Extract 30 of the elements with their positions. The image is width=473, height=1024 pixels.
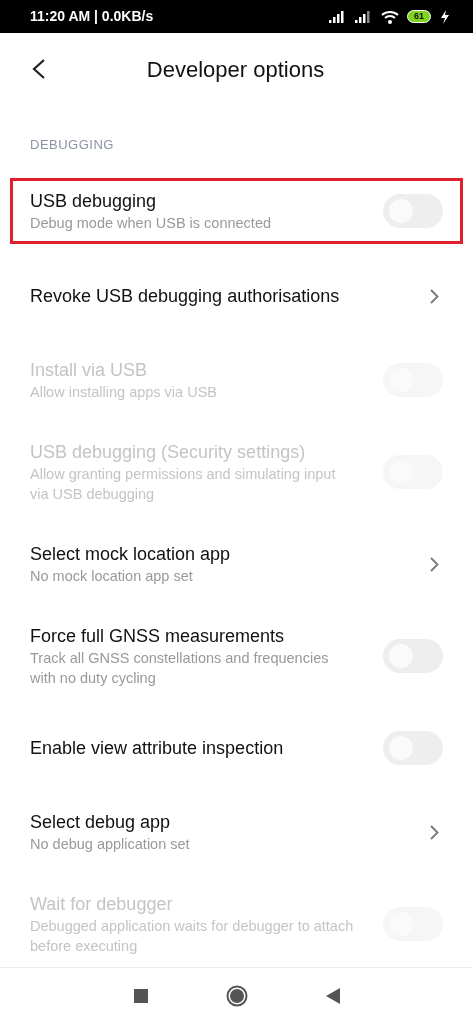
setting-title: USB debugging (Security settings)	[30, 441, 307, 464]
chevron-right-icon	[430, 556, 439, 572]
setting-title[interactable]: Revoke USB debugging authorisations	[30, 284, 355, 308]
signal-icon	[329, 10, 347, 23]
setting-title[interactable]: USB debugging	[30, 189, 355, 213]
setting-description: No debug application set	[30, 835, 191, 854]
home-icon[interactable]	[225, 985, 248, 1007]
battery-level: 61	[407, 10, 431, 23]
setting-description: Allow granting permissions and simulating input via USB debugging	[30, 465, 337, 504]
setting-title: Install via USB	[30, 359, 149, 382]
wifi-icon	[381, 9, 399, 24]
chevron-right-icon	[430, 824, 439, 840]
back-icon[interactable]	[32, 59, 46, 79]
setting-title[interactable]: Enable view attribute inspection	[30, 736, 355, 760]
setting-title[interactable]: Select mock location app	[30, 542, 355, 566]
setting-description: Debugged application waits for debugger to attach before executing	[30, 917, 355, 956]
section-header: DEBUGGING	[30, 137, 114, 152]
back-icon[interactable]	[325, 988, 340, 1004]
page-title: Developer options	[146, 55, 326, 84]
setting-title[interactable]: Force full GNSS measurements	[30, 624, 355, 648]
chevron-right-icon	[430, 288, 439, 304]
setting-title[interactable]: Select debug app	[30, 810, 355, 834]
setting-title: Wait for debugger	[30, 893, 174, 916]
recents-icon[interactable]	[133, 989, 148, 1003]
setting-description: Allow installing apps via USB	[30, 383, 218, 402]
setting-description: Track all GNSS constellations and frequencies with no duty cycling	[30, 649, 330, 688]
setting-description: Debug mode when USB is connected	[30, 214, 272, 233]
status-time: 11:20 AM | 0.0KB/s	[30, 7, 154, 26]
signal-icon	[355, 10, 373, 23]
setting-description: No mock location app set	[30, 567, 194, 586]
